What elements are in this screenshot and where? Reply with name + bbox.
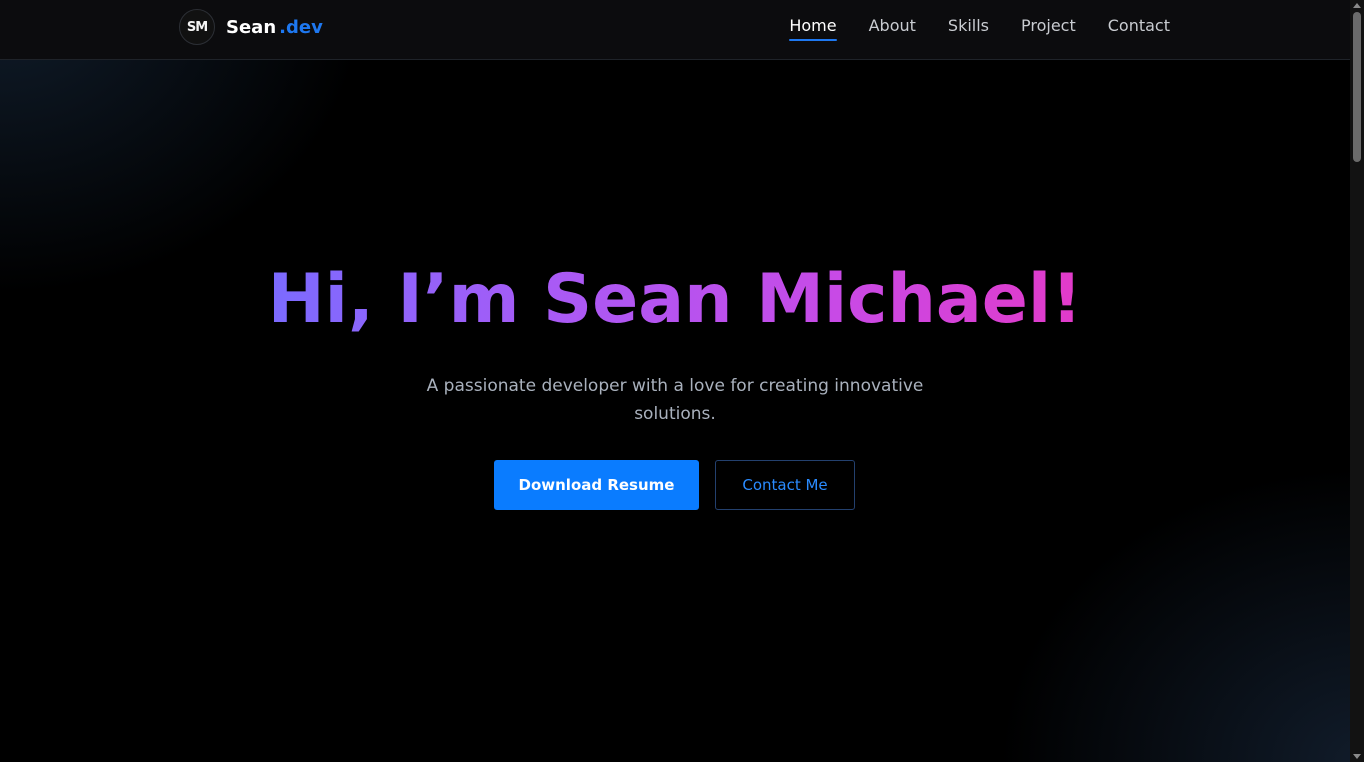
scroll-thumb[interactable] [1353, 12, 1361, 162]
nav-item-about[interactable]: About [869, 16, 916, 41]
hero-subtitle: A passionate developer with a love for c… [426, 376, 924, 424]
hero-title-text: Hi, I’m Sean Michael! [267, 260, 1083, 339]
brand-dot: . [279, 16, 286, 38]
hero-buttons: Download Resume Contact Me [494, 460, 855, 510]
nav-item-skills[interactable]: Skills [948, 16, 989, 41]
nav-item-project[interactable]: Project [1021, 16, 1076, 41]
hero-title: Hi, I’m Sean Michael! [0, 258, 1350, 342]
brand-name: Sean [226, 16, 277, 38]
scroll-down-arrow-icon[interactable] [1353, 754, 1361, 759]
logo-text: SM [186, 19, 208, 35]
logo-icon: SM [179, 9, 215, 45]
main-nav: Home About Skills Project Contact [789, 16, 1170, 41]
page-viewport: SM Sean . dev Home About Skills Project … [0, 0, 1364, 762]
contact-me-button[interactable]: Contact Me [715, 460, 855, 510]
scroll-up-arrow-icon[interactable] [1353, 3, 1361, 8]
nav-item-contact[interactable]: Contact [1108, 16, 1170, 41]
brand[interactable]: SM Sean . dev [179, 9, 323, 45]
site-header: SM Sean . dev Home About Skills Project … [0, 0, 1350, 60]
brand-suffix: dev [285, 16, 323, 38]
nav-item-home[interactable]: Home [789, 16, 837, 41]
hero-section: Hi, I’m Sean Michael! A passionate devel… [0, 60, 1350, 762]
download-resume-button[interactable]: Download Resume [494, 460, 699, 510]
vertical-scrollbar[interactable] [1350, 0, 1364, 762]
